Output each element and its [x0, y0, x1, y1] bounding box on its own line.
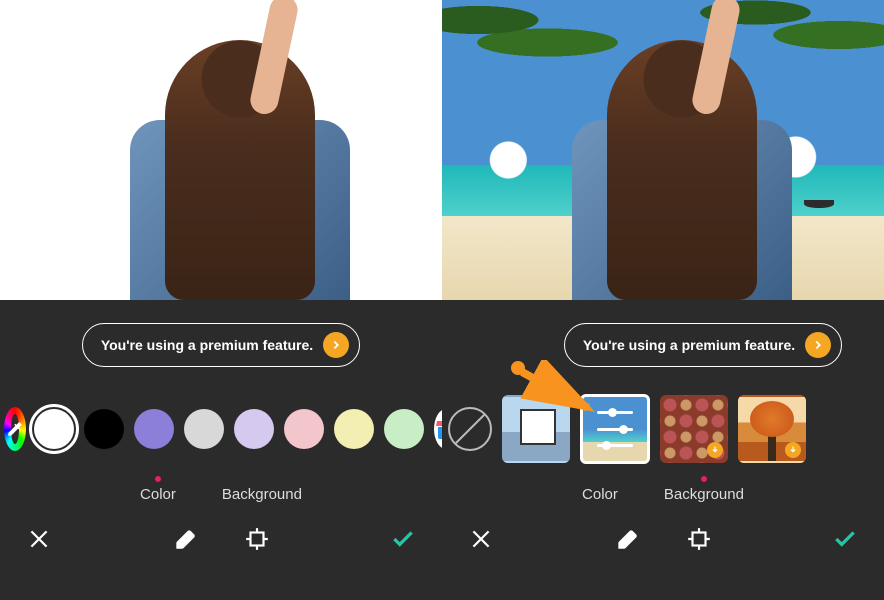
download-icon[interactable]: [785, 442, 801, 458]
swatch-violet[interactable]: [134, 409, 174, 449]
tab-color[interactable]: Color: [582, 476, 618, 503]
controls-left: You're using a premium feature.: [0, 300, 442, 600]
tab-color[interactable]: Color: [140, 476, 176, 503]
check-icon[interactable]: [828, 522, 862, 556]
swatch-white[interactable]: [34, 409, 74, 449]
eraser-icon[interactable]: [168, 522, 202, 556]
background-thumb-strip[interactable]: [442, 390, 884, 468]
bottom-bar-right: [442, 510, 884, 568]
tab-background[interactable]: Background: [664, 476, 744, 503]
swatch-lavender[interactable]: [234, 409, 274, 449]
bg-autumn[interactable]: [738, 395, 806, 463]
bg-pattern-floral[interactable]: [660, 395, 728, 463]
swatch-pink[interactable]: [284, 409, 324, 449]
tab-background[interactable]: Background: [222, 476, 302, 503]
premium-banner-text: You're using a premium feature.: [101, 337, 313, 353]
subject-on-bg: [552, 0, 802, 300]
controls-right: You're using a premium feature.: [442, 300, 884, 600]
subject-cutout: [110, 0, 360, 300]
preview-new-bg: [442, 0, 884, 300]
premium-banner-text: You're using a premium feature.: [583, 337, 795, 353]
crop-icon[interactable]: [240, 522, 274, 556]
premium-banner[interactable]: You're using a premium feature.: [82, 323, 360, 367]
download-icon[interactable]: [707, 442, 723, 458]
chevron-right-icon[interactable]: [323, 332, 349, 358]
swatch-light-gray[interactable]: [184, 409, 224, 449]
close-icon[interactable]: [464, 522, 498, 556]
color-swatch-strip[interactable]: [0, 390, 442, 468]
eyedropper-icon[interactable]: [6, 409, 24, 449]
check-icon[interactable]: [386, 522, 420, 556]
preview-removed-bg: [0, 0, 442, 300]
sliders-icon: [597, 411, 633, 447]
tab-row-right: Color Background: [442, 468, 884, 510]
crop-icon[interactable]: [682, 522, 716, 556]
tab-row-left: Color Background: [0, 468, 442, 510]
chevron-right-icon[interactable]: [805, 332, 831, 358]
pointer-arrow: [510, 360, 600, 420]
boat: [804, 200, 834, 208]
close-icon[interactable]: [22, 522, 56, 556]
premium-banner[interactable]: You're using a premium feature.: [564, 323, 842, 367]
swatch-mint[interactable]: [384, 409, 424, 449]
panel-left: You're using a premium feature.: [0, 0, 442, 600]
eraser-icon[interactable]: [610, 522, 644, 556]
panel-right: You're using a premium feature.: [442, 0, 884, 600]
bottom-bar-left: [0, 510, 442, 568]
bg-none[interactable]: [448, 407, 492, 451]
swatch-cream[interactable]: [334, 409, 374, 449]
swatch-black[interactable]: [84, 409, 124, 449]
